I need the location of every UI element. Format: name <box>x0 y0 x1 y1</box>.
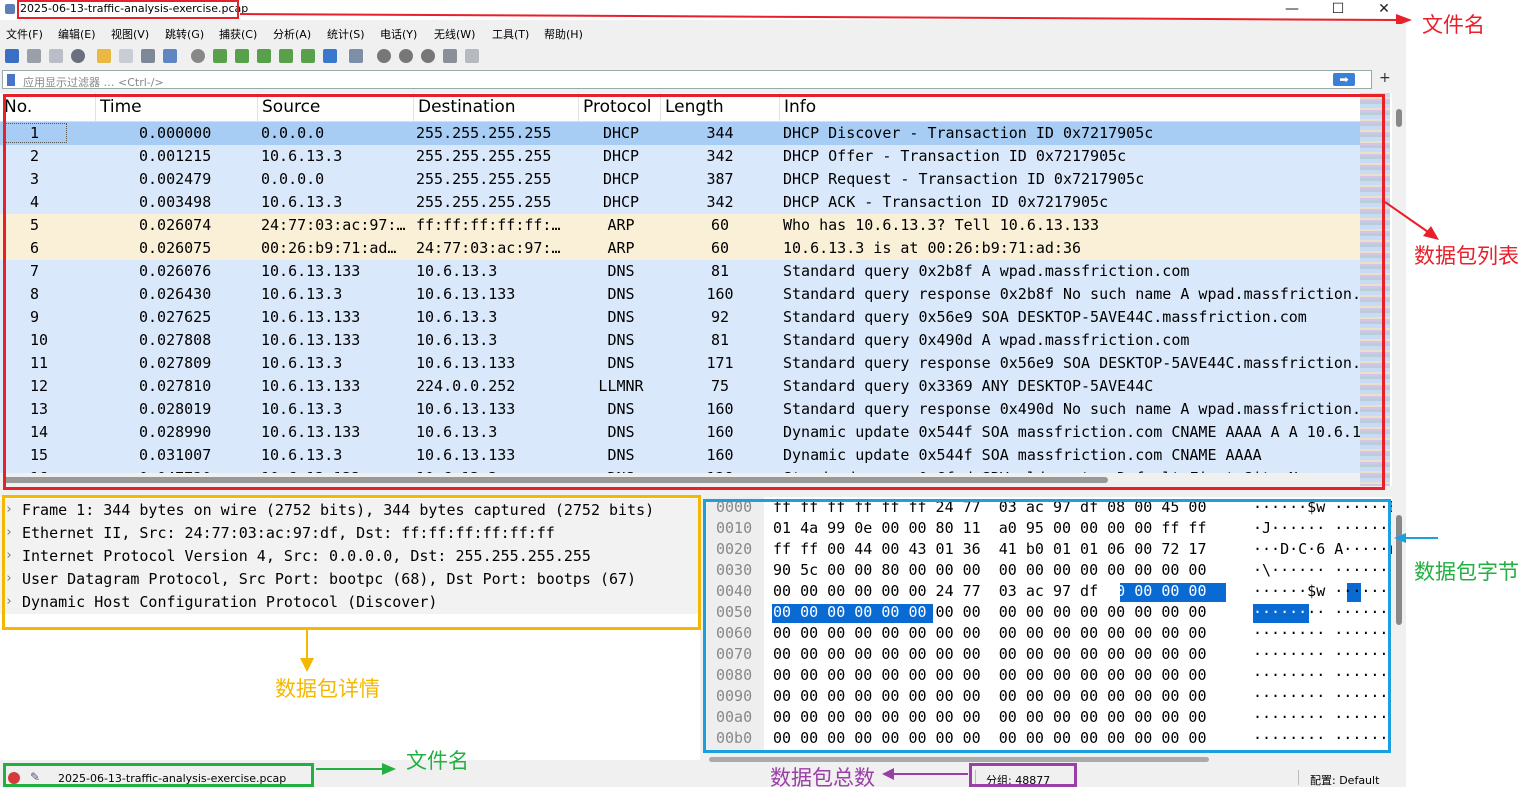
bookmark-icon[interactable] <box>7 74 15 86</box>
display-filter-input[interactable]: 应用显示过滤器 … <Ctrl-/> ➡ <box>2 70 1372 89</box>
annotation-label-packet-list: 数据包列表 <box>1414 244 1519 268</box>
annotation-label-packet-bytes: 数据包字节 <box>1414 560 1519 584</box>
menu-wireless[interactable]: 无线(W) <box>434 26 475 42</box>
menu-capture[interactable]: 捕获(C) <box>219 26 257 42</box>
normal-size-icon[interactable] <box>421 49 435 63</box>
annotation-arrow-packet-total <box>882 768 968 780</box>
colorize-icon[interactable] <box>349 49 363 63</box>
annotation-label-packet-total: 数据包总数 <box>770 766 875 790</box>
menu-help[interactable]: 帮助(H) <box>544 26 583 42</box>
menu-go[interactable]: 跳转(G) <box>165 26 204 42</box>
annotation-box-packet-total <box>969 763 1077 787</box>
go-to-packet-icon[interactable] <box>257 49 271 63</box>
status-separator <box>1298 770 1299 785</box>
restart-capture-icon[interactable] <box>49 49 63 63</box>
menu-edit[interactable]: 编辑(E) <box>58 26 96 42</box>
find-packet-icon[interactable] <box>191 49 205 63</box>
annotation-arrow-packet-list <box>1384 201 1439 240</box>
main-toolbar <box>0 45 1406 68</box>
first-packet-icon[interactable] <box>279 49 293 63</box>
resize-columns-icon[interactable] <box>443 49 457 63</box>
zoom-in-icon[interactable] <box>377 49 391 63</box>
add-filter-button[interactable]: + <box>1379 70 1391 86</box>
capture-options-icon[interactable] <box>71 49 85 63</box>
scrollbar-thumb[interactable] <box>1396 109 1402 127</box>
annotation-box-file-name-bottom <box>3 763 314 787</box>
annotation-box-file-name-top <box>17 0 239 19</box>
apply-filter-arrow-icon[interactable]: ➡ <box>1333 73 1355 86</box>
annotation-arrow-file-name-bottom <box>316 763 396 775</box>
layout-icon[interactable] <box>465 49 479 63</box>
start-capture-icon[interactable] <box>5 49 19 63</box>
menu-file[interactable]: 文件(F) <box>6 26 43 42</box>
annotation-box-packet-list <box>3 94 1385 490</box>
menu-statistics[interactable]: 统计(S) <box>327 26 365 42</box>
reload-file-icon[interactable] <box>163 49 177 63</box>
filter-placeholder: 应用显示过滤器 … <Ctrl-/> <box>23 76 164 89</box>
wireshark-app-icon <box>5 4 15 14</box>
display-filter-bar: 应用显示过滤器 … <Ctrl-/> ➡ + <box>0 69 1406 91</box>
annotation-arrow-packet-details <box>300 630 314 672</box>
menu-telephony[interactable]: 电话(Y) <box>380 26 417 42</box>
menu-analyze[interactable]: 分析(A) <box>273 26 311 42</box>
save-file-icon[interactable] <box>119 49 133 63</box>
menu-tools[interactable]: 工具(T) <box>492 26 529 42</box>
go-forward-icon[interactable] <box>235 49 249 63</box>
zoom-out-icon[interactable] <box>399 49 413 63</box>
annotation-box-packet-details <box>2 495 701 630</box>
stop-capture-icon[interactable] <box>27 49 41 63</box>
annotation-arrow-file-name-top <box>239 13 1412 24</box>
close-file-icon[interactable] <box>141 49 155 63</box>
last-packet-icon[interactable] <box>301 49 315 63</box>
annotation-box-packet-bytes <box>703 499 1391 753</box>
open-file-icon[interactable] <box>97 49 111 63</box>
menu-bar: 文件(F) 编辑(E) 视图(V) 跳转(G) 捕获(C) 分析(A) 统计(S… <box>0 22 1406 44</box>
auto-scroll-icon[interactable] <box>323 49 337 63</box>
annotation-label-packet-details: 数据包详情 <box>275 677 380 701</box>
go-back-icon[interactable] <box>213 49 227 63</box>
status-profile[interactable]: 配置: Default <box>1310 772 1379 787</box>
annotation-arrow-packet-bytes <box>1394 533 1438 543</box>
menu-view[interactable]: 视图(V) <box>111 26 149 42</box>
packet-list-vertical-scrollbar[interactable] <box>1392 93 1406 486</box>
annotation-label-file-name-bottom: 文件名 <box>406 749 469 773</box>
annotation-label-file-name-top: 文件名 <box>1422 13 1485 37</box>
